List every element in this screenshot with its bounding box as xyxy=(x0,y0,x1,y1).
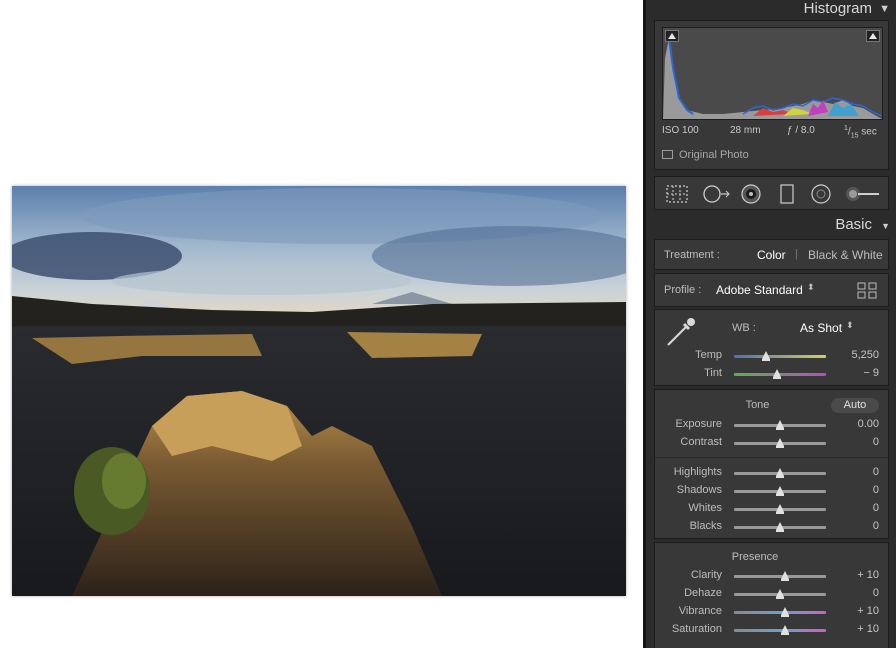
red-eye-icon[interactable] xyxy=(739,184,763,204)
canyon-landscape-image xyxy=(12,186,626,596)
blacks-slider[interactable] xyxy=(734,522,826,532)
basic-collapse-icon[interactable]: ▼ xyxy=(881,221,890,231)
treatment-row: Treatment : Color | Black & White xyxy=(654,239,889,270)
tint-value[interactable]: − 9 xyxy=(863,367,879,379)
radial-filter-icon[interactable] xyxy=(809,184,833,204)
histogram-header[interactable]: Histogram ▼ xyxy=(649,0,896,20)
eyedropper-icon[interactable] xyxy=(664,315,698,349)
tint-slider[interactable] xyxy=(734,369,826,379)
profile-row: Profile : Adobe Standard ⬍ xyxy=(654,273,889,307)
clarity-slider[interactable] xyxy=(734,571,826,581)
highlights-value[interactable]: 0 xyxy=(873,466,879,478)
highlights-label: Highlights xyxy=(673,466,722,478)
spot-removal-icon[interactable] xyxy=(701,184,731,204)
crop-overlay-icon[interactable] xyxy=(665,184,689,204)
saturation-label: Saturation xyxy=(671,623,722,635)
tone-section: Tone Auto Exposure 0.00 Contrast 0 Highl… xyxy=(654,389,889,539)
profile-select[interactable]: Adobe Standard xyxy=(716,283,803,297)
blacks-value[interactable]: 0 xyxy=(873,520,879,532)
wb-select-chevron-icon[interactable]: ⬍ xyxy=(846,320,854,331)
shadow-clipping-icon[interactable] xyxy=(665,30,679,42)
highlights-slider[interactable] xyxy=(734,468,826,478)
auto-tone-button[interactable]: Auto xyxy=(831,398,879,413)
shadows-slider[interactable] xyxy=(734,486,826,496)
iso-value: ISO 100 xyxy=(662,125,699,136)
basic-title: Basic xyxy=(835,216,872,233)
shadows-label: Shadows xyxy=(676,484,722,496)
graduated-filter-icon[interactable] xyxy=(777,184,797,204)
histogram-title: Histogram xyxy=(803,0,872,17)
shadows-value[interactable]: 0 xyxy=(873,484,879,496)
histogram-graph[interactable] xyxy=(662,27,883,120)
presence-section: Presence Clarity + 10 Dehaze 0 Vibrance … xyxy=(654,542,889,648)
vibrance-value[interactable]: + 10 xyxy=(857,605,879,617)
clarity-value[interactable]: + 10 xyxy=(857,569,879,581)
exposure-label: Exposure xyxy=(675,418,722,430)
tone-divider xyxy=(655,457,888,458)
tint-slider-thumb[interactable] xyxy=(773,369,782,379)
histogram-panel: ISO 100 28 mm ƒ / 8.0 1/15 sec Original … xyxy=(654,20,889,170)
shadows-slider-thumb[interactable] xyxy=(776,486,784,496)
original-photo-checkbox[interactable] xyxy=(662,150,673,159)
blacks-slider-thumb[interactable] xyxy=(776,522,784,532)
saturation-value[interactable]: + 10 xyxy=(857,623,879,635)
clarity-label: Clarity xyxy=(690,569,722,581)
profile-browser-icon[interactable] xyxy=(857,282,877,299)
photo-canvas xyxy=(0,0,643,648)
highlight-clipping-icon[interactable] xyxy=(866,30,880,42)
whites-slider[interactable] xyxy=(734,504,826,514)
tone-title: Tone xyxy=(745,399,770,411)
whites-slider-thumb[interactable] xyxy=(776,504,784,514)
dehaze-value[interactable]: 0 xyxy=(873,587,879,599)
temp-slider-thumb[interactable] xyxy=(762,351,771,361)
treatment-label: Treatment : xyxy=(664,249,720,261)
focal-length-value: 28 mm xyxy=(730,125,761,136)
white-balance-section: WB : As Shot ⬍ Temp 5,250 Tint − 9 xyxy=(654,309,889,386)
contrast-value[interactable]: 0 xyxy=(873,436,879,448)
clarity-slider-thumb[interactable] xyxy=(780,571,789,581)
develop-right-panel: Histogram ▼ ISO 100 28 mm ƒ / 8.0 1/15 s… xyxy=(643,0,896,648)
vibrance-slider[interactable] xyxy=(734,607,826,617)
exposure-slider-thumb[interactable] xyxy=(776,420,784,430)
temp-label: Temp xyxy=(695,349,722,361)
treatment-bw-option[interactable]: Black & White xyxy=(808,248,883,262)
exposure-value[interactable]: 0.00 xyxy=(858,418,879,430)
adjustment-brush-icon[interactable] xyxy=(845,184,881,204)
contrast-slider[interactable] xyxy=(734,438,826,448)
main-photo[interactable] xyxy=(12,186,626,596)
wb-select[interactable]: As Shot xyxy=(800,321,842,335)
temp-value[interactable]: 5,250 xyxy=(851,349,879,361)
presence-title: Presence xyxy=(731,551,779,563)
profile-select-chevron-icon[interactable]: ⬍ xyxy=(807,282,815,293)
whites-label: Whites xyxy=(688,502,722,514)
contrast-label: Contrast xyxy=(680,436,722,448)
saturation-slider[interactable] xyxy=(734,625,826,635)
temp-slider[interactable] xyxy=(734,351,826,361)
treatment-divider: | xyxy=(795,248,798,260)
whites-value[interactable]: 0 xyxy=(873,502,879,514)
shutter-value: 1/15 sec xyxy=(844,125,877,140)
dehaze-slider-thumb[interactable] xyxy=(776,589,784,599)
original-photo-label: Original Photo xyxy=(679,149,749,161)
saturation-slider-thumb[interactable] xyxy=(780,625,789,635)
aperture-value: ƒ / 8.0 xyxy=(787,125,815,136)
profile-label: Profile : xyxy=(664,284,702,296)
dehaze-slider[interactable] xyxy=(734,589,826,599)
exposure-slider[interactable] xyxy=(734,420,826,430)
dehaze-label: Dehaze xyxy=(684,587,722,599)
tint-label: Tint xyxy=(704,367,722,379)
contrast-slider-thumb[interactable] xyxy=(776,438,784,448)
highlights-slider-thumb[interactable] xyxy=(776,468,784,478)
wb-label: WB : xyxy=(732,322,756,334)
tool-strip xyxy=(654,176,889,210)
vibrance-label: Vibrance xyxy=(678,605,722,617)
original-photo-toggle[interactable]: Original Photo xyxy=(662,149,749,161)
histogram-exif-info: ISO 100 28 mm ƒ / 8.0 1/15 sec xyxy=(662,125,884,139)
treatment-color-option[interactable]: Color xyxy=(757,248,786,262)
vibrance-slider-thumb[interactable] xyxy=(780,607,789,617)
blacks-label: Blacks xyxy=(689,520,722,532)
panel-collapse-icon[interactable]: ▼ xyxy=(879,3,890,15)
basic-header[interactable]: Basic ▼ xyxy=(649,216,896,236)
histogram-curve xyxy=(663,37,883,119)
